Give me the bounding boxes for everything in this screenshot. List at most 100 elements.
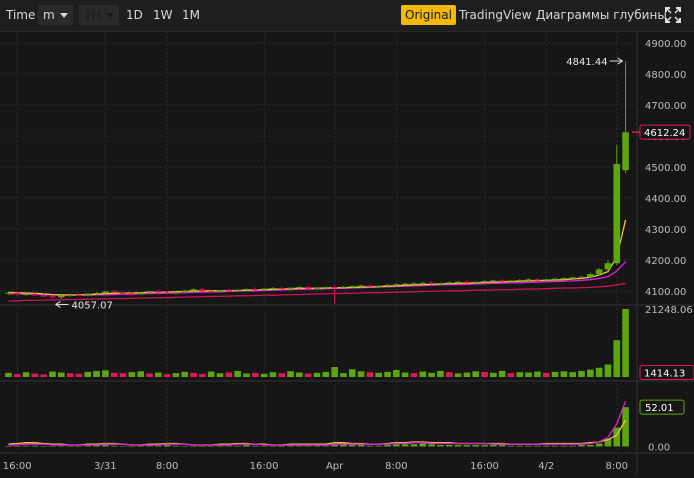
candle-body (181, 290, 189, 293)
time-tick-label: 8:00 (606, 461, 628, 472)
volume-bar (234, 370, 241, 377)
candle-body (357, 285, 365, 287)
indicator-bar (560, 445, 568, 447)
candle-body (384, 284, 391, 286)
volume-bar (437, 370, 444, 377)
indicator-bar (251, 445, 259, 447)
candle-body (604, 263, 612, 270)
indicator-bar (225, 445, 233, 447)
indicator-bar (58, 446, 65, 447)
tab-depth-chart[interactable]: Диаграммы глубины (532, 5, 671, 25)
volume-bar (560, 371, 568, 377)
indicator-bar (437, 444, 444, 447)
volume-bar (525, 372, 532, 377)
indicator-bar (190, 446, 197, 447)
volume-bar (172, 373, 180, 377)
candle-body (146, 291, 153, 293)
tab-tradingview[interactable]: TradingView (455, 5, 536, 25)
indicator-bar (146, 445, 153, 447)
tab-original[interactable]: Original (401, 5, 456, 25)
candle-body (525, 279, 532, 281)
candle-body (5, 292, 12, 294)
candle-body (163, 292, 171, 294)
candle-body (507, 280, 515, 282)
volume-bar (542, 372, 550, 377)
candle-body (269, 288, 277, 290)
indicator-bar (243, 444, 250, 447)
price-tick-label: 4100.00 (645, 287, 686, 298)
indicator-last-label: 52.01 (645, 403, 674, 414)
indicator-bar (31, 445, 39, 447)
fullscreen-icon[interactable] (664, 6, 682, 24)
interval-1w-button[interactable]: 1W (149, 5, 177, 25)
candle-body (137, 292, 144, 295)
volume-bar (5, 372, 12, 377)
volume-bar (340, 373, 347, 377)
indicator-bar (534, 445, 541, 447)
candle-body (569, 277, 576, 279)
volume-bar (401, 372, 409, 377)
indicator-bar (419, 443, 427, 447)
indicator-bar (401, 444, 409, 447)
candle-body (560, 278, 568, 280)
indicator-bar (119, 446, 127, 447)
volume-bar (445, 372, 453, 377)
candle-body (481, 281, 488, 283)
volume-bar (304, 373, 312, 377)
price-candle (622, 61, 629, 174)
candle-body (463, 281, 471, 283)
volume-bar (587, 369, 594, 377)
candle-body (207, 291, 215, 293)
candle-body (234, 289, 241, 291)
time-tick-label: 8:00 (385, 461, 407, 472)
candle-body (401, 283, 409, 285)
indicator-bar (172, 445, 180, 447)
candle-body (66, 294, 74, 296)
volume-bar (481, 371, 488, 377)
volume-bar (393, 369, 400, 377)
time-label: Time (6, 8, 36, 22)
indicator-bar (13, 446, 21, 447)
indicator-bar (313, 445, 321, 447)
hour-interval-select[interactable]: 1H (79, 5, 119, 25)
candle-body (102, 291, 109, 293)
indicator-bar (331, 444, 338, 447)
volume-bar (463, 372, 471, 377)
candle-body (445, 282, 453, 284)
volume-bar (75, 373, 83, 377)
candle-body (551, 278, 559, 280)
time-tick-label: 16:00 (470, 461, 499, 472)
candle-body (472, 281, 480, 283)
indicator-bar (181, 446, 189, 447)
interval-1m-button[interactable]: 1M (178, 5, 204, 25)
indicator-bar (490, 444, 497, 447)
volume-bar (199, 373, 206, 377)
volume-bar (181, 371, 189, 377)
volume-bar (578, 370, 585, 377)
volume-bar (269, 372, 277, 377)
volume-bar (146, 373, 153, 377)
indicator-bar (49, 446, 56, 447)
interval-1d-button[interactable]: 1D (122, 5, 147, 25)
indicator-bar (22, 445, 30, 447)
indicator-bar (428, 444, 435, 447)
volume-bar (507, 373, 515, 377)
volume-bar (58, 372, 65, 377)
candle-body (154, 291, 162, 293)
time-tick-label: Apr (326, 461, 344, 472)
chart-area[interactable]: 4900.004800.004700.004600.004500.004400.… (0, 32, 694, 474)
trading-chart[interactable]: 4900.004800.004700.004600.004500.004400.… (0, 32, 694, 474)
volume-bar (40, 374, 47, 377)
volume-bar (225, 372, 233, 377)
volume-bar (278, 373, 286, 377)
candle-body (260, 288, 268, 290)
candle-body (437, 283, 444, 285)
candle-body (172, 292, 180, 294)
price-candle (49, 295, 56, 299)
volume-bar (498, 370, 506, 377)
indicator-bar (595, 443, 603, 447)
volume-bar (534, 371, 541, 377)
candle-body (578, 276, 585, 278)
minute-interval-select[interactable]: m (38, 5, 73, 25)
indicator-bar (498, 444, 506, 447)
